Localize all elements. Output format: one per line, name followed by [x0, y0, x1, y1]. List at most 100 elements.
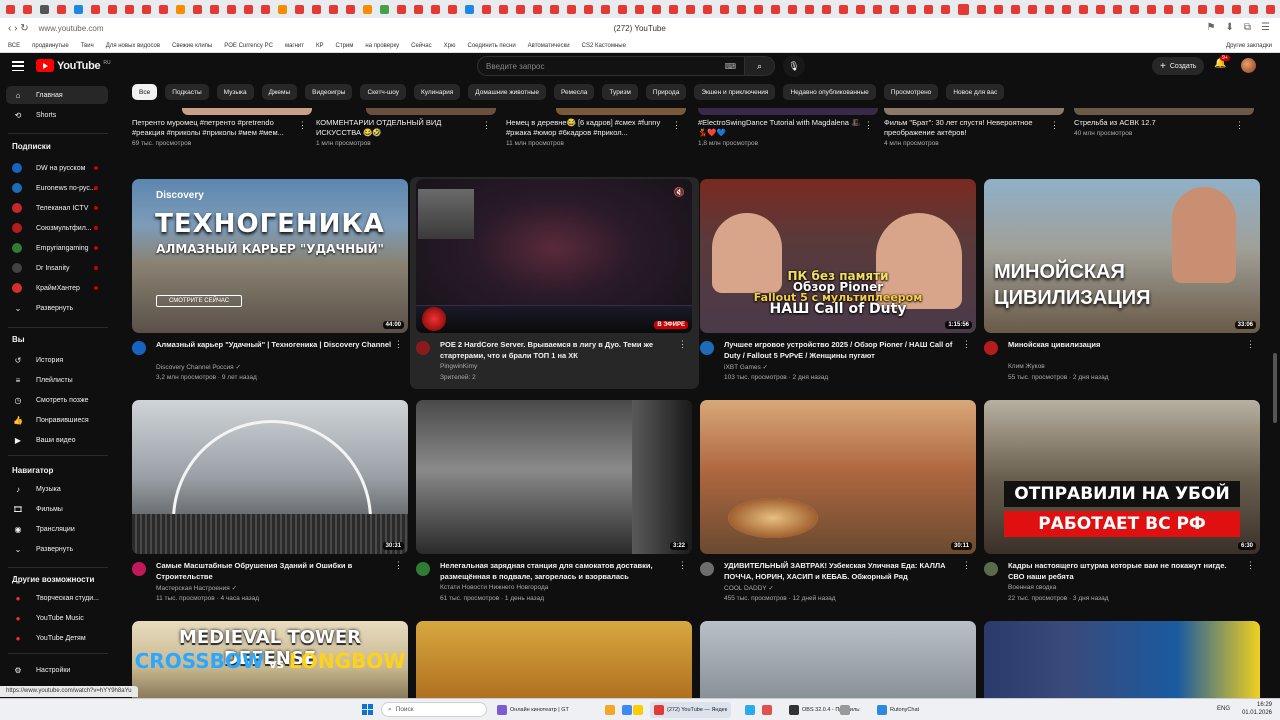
video-card[interactable]: Discovery ТЕХНОГЕНИКА АЛМАЗНЫЙ КАРЬЕР "УДА…	[132, 179, 409, 389]
pinned-app-icon[interactable]	[605, 705, 615, 715]
browser-tab[interactable]	[652, 4, 661, 14]
channel-name[interactable]: Discovery Channel Россия ✓	[156, 363, 241, 371]
voice-search-button[interactable]: 🎙	[783, 55, 805, 77]
bookmark-item[interactable]: Стрим	[336, 43, 354, 49]
pinned-app-icon[interactable]	[622, 705, 632, 715]
browser-tab[interactable]	[1028, 4, 1037, 14]
browser-tab[interactable]	[397, 4, 406, 14]
browser-tab[interactable]	[1045, 4, 1054, 14]
video-title[interactable]: Минойская цивилизация	[1008, 340, 1244, 351]
more-actions-icon[interactable]: ⋮	[678, 339, 687, 350]
browser-tab[interactable]	[1249, 4, 1258, 14]
pinned-app-icon[interactable]	[840, 705, 850, 715]
browser-tab[interactable]	[533, 4, 542, 14]
more-actions-icon[interactable]: ⋮	[678, 560, 687, 571]
extensions-icon[interactable]: ⧉	[1244, 22, 1251, 33]
browser-tab[interactable]	[159, 4, 168, 14]
sidebar-you-item[interactable]: ↺ История	[6, 351, 108, 369]
video-title[interactable]: УДИВИТЕЛЬНЫЙ ЗАВТРАК! Узбекская Уличная …	[724, 561, 960, 582]
browser-tab[interactable]	[346, 4, 355, 14]
browser-tab[interactable]	[499, 4, 508, 14]
bookmark-item[interactable]: POE Currency PC	[224, 43, 273, 49]
video-thumbnail[interactable]	[984, 621, 1260, 698]
bookmark-item[interactable]: Сейчас	[411, 43, 431, 49]
more-actions-icon[interactable]: ⋮	[1235, 120, 1244, 131]
video-card[interactable]: МИНОЙСКАЯ ЦИВИЛИЗАЦИЯ 33:06 Минойская цивил…	[984, 179, 1261, 389]
browser-tab[interactable]	[635, 4, 644, 14]
more-actions-icon[interactable]: ⋮	[394, 339, 403, 350]
browser-tab[interactable]	[839, 4, 848, 14]
search-input[interactable]	[486, 61, 706, 71]
channel-avatar[interactable]	[700, 341, 714, 355]
more-header[interactable]: Другие возможности	[12, 575, 94, 584]
video-thumbnail[interactable]: MEDIEVAL TOWER DEFENSE CROSSBOW vs LONGBOW	[132, 621, 408, 698]
browser-tab[interactable]	[363, 4, 372, 14]
language-indicator[interactable]: ENG	[1217, 706, 1230, 712]
more-actions-icon[interactable]: ⋮	[864, 120, 873, 131]
create-button[interactable]: + Создать	[1152, 57, 1205, 75]
menu-icon[interactable]	[12, 61, 24, 71]
sidebar-subscription[interactable]: Союзмультфил...	[6, 219, 108, 237]
search-box[interactable]: ⌨	[477, 56, 745, 76]
bookmark-item[interactable]: КР	[316, 43, 324, 49]
sidebar-subscription[interactable]: КраймХантер	[6, 279, 108, 297]
video-title[interactable]: Алмазный карьер "Удачный" | Техногеника …	[156, 340, 392, 351]
video-thumbnail[interactable]	[700, 621, 976, 698]
channel-avatar[interactable]	[984, 341, 998, 355]
other-bookmarks[interactable]: Другие закладки	[1226, 43, 1272, 49]
browser-tab[interactable]	[1113, 4, 1122, 14]
video-thumbnail[interactable]: 🔇 В ЭФИРЕ	[416, 179, 692, 333]
browser-tab[interactable]	[329, 4, 338, 14]
more-actions-icon[interactable]: ⋮	[962, 560, 971, 571]
taskbar-app[interactable]: Онлайн кинотеатр | GT	[493, 702, 573, 718]
browser-tab[interactable]	[74, 4, 83, 14]
browser-tab[interactable]	[754, 4, 763, 14]
filter-chip[interactable]: Домашние животные	[468, 84, 546, 100]
browser-tab[interactable]	[125, 4, 134, 14]
bookmark-item[interactable]: магнит	[285, 43, 304, 49]
short-title[interactable]: Фильм "Брат": 30 лет спустя! Невероятное…	[884, 118, 1049, 138]
sidebar-subscription[interactable]: Dr Insanity	[6, 259, 108, 277]
bookmark-item[interactable]: CS2 Кастомные	[582, 43, 626, 49]
url-text[interactable]: www.youtube.com	[39, 24, 399, 33]
taskbar-app[interactable]: (272) YouTube — Яндек	[650, 702, 732, 718]
sidebar-nav-item[interactable]: ♪ Музыка	[6, 480, 108, 498]
menu-icon[interactable]: ☰	[1261, 22, 1270, 33]
taskbar-app[interactable]: OBS 32.0.4 - Профиль:	[785, 702, 865, 718]
sidebar-more-item[interactable]: ● YouTube Music	[6, 609, 108, 627]
more-actions-icon[interactable]: ⋮	[962, 339, 971, 350]
sidebar-you-item[interactable]: ◷ Смотреть позже	[6, 391, 108, 409]
browser-tab[interactable]	[482, 4, 491, 14]
browser-tab[interactable]	[1266, 4, 1275, 14]
address-bar[interactable]: ‹ › ↻ www.youtube.com (272) YouTube ⚑ ⬇ …	[0, 18, 1280, 39]
short-item[interactable]: Стрельба из АСВК 12.7 40 млн просмотров ⋮	[1074, 118, 1254, 158]
channel-name[interactable]: Мастерская Настроения ✓	[156, 584, 237, 592]
browser-tab[interactable]	[601, 4, 610, 14]
browser-tab[interactable]	[958, 3, 969, 15]
browser-tab[interactable]	[550, 4, 559, 14]
browser-tab[interactable]	[295, 4, 304, 14]
browser-tab[interactable]	[1215, 4, 1224, 14]
browser-tab[interactable]	[994, 4, 1003, 14]
sidebar-subscription[interactable]: Euronews по-рус...	[6, 179, 108, 197]
browser-tab[interactable]	[907, 4, 916, 14]
filter-chip[interactable]: Скетч-шоу	[360, 84, 406, 100]
sidebar-expand[interactable]: ⌄ Развернуть	[6, 299, 108, 317]
download-icon[interactable]: ⬇	[1226, 22, 1234, 33]
bookmark-icon[interactable]: ⚑	[1207, 22, 1216, 33]
short-item[interactable]: КОММЕНТАРИИ ОТДЕЛЬНЫЙ ВИД ИСКУССТВА 😂🤣 1 …	[316, 118, 501, 158]
browser-tab[interactable]	[431, 4, 440, 14]
browser-tab[interactable]	[890, 4, 899, 14]
browser-tab[interactable]	[244, 4, 253, 14]
browser-tab[interactable]	[737, 4, 746, 14]
youtube-logo[interactable]: YouTube RU	[36, 59, 111, 72]
video-card[interactable]: 30:31 Самые Масштабные Обрушения Зданий и…	[132, 400, 409, 610]
keyboard-icon[interactable]: ⌨	[724, 62, 736, 71]
browser-tab[interactable]	[6, 4, 15, 14]
browser-tab[interactable]	[91, 4, 100, 14]
browser-tab[interactable]	[516, 4, 525, 14]
more-actions-icon[interactable]: ⋮	[1050, 120, 1059, 131]
you-header[interactable]: Вы	[12, 335, 25, 344]
filter-chip[interactable]: Новое для вас	[946, 84, 1005, 100]
browser-tab[interactable]	[771, 4, 780, 14]
